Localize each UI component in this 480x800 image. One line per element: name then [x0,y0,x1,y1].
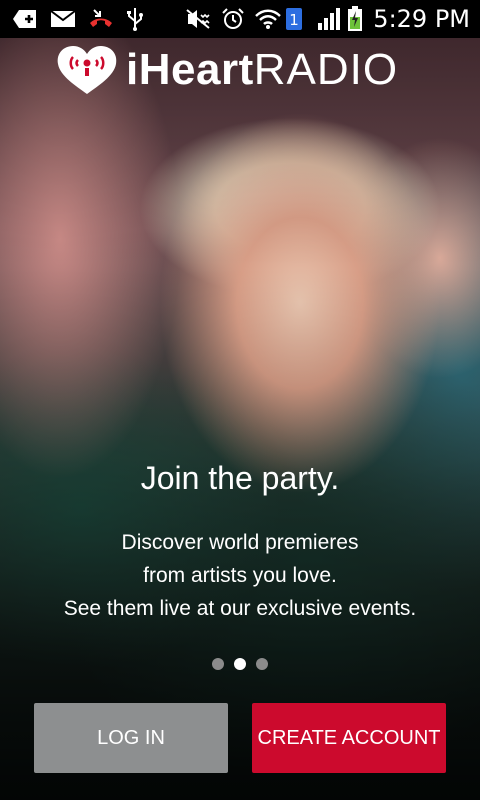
add-icon [12,8,38,30]
page-dot-2-active[interactable] [234,658,246,670]
status-time: 5:29 PM [373,5,470,33]
svg-text:1: 1 [290,11,300,29]
logo-wordmark: iHeartRADIO [126,44,398,96]
onboarding-line-3: See them live at our exclusive events. [63,597,417,620]
iheart-logo-icon [57,46,117,94]
onboarding-line-2: from artists you love. [143,564,337,587]
hero-overlay [0,38,480,800]
battery-icon [347,6,363,32]
sim-icon: 1 [285,7,303,31]
onboarding-headline: Join the party. [140,460,340,496]
app-screen: 1 5:29 PM iHeartRADIO Join the party. Di… [0,0,480,800]
create-account-button-label: CREATE ACCOUNT [257,726,441,749]
create-account-button[interactable]: CREATE ACCOUNT [252,703,446,773]
status-bar: 1 5:29 PM [0,0,480,38]
login-button-label: LOG IN [97,726,165,749]
page-indicator[interactable] [0,658,480,670]
onboarding-line-1: Discover world premieres [121,531,359,554]
logo-brand-bold: iHeart [126,45,254,94]
page-dot-1[interactable] [212,658,224,670]
mute-icon [185,8,211,30]
usb-icon [126,7,144,31]
missed-call-icon [88,8,114,30]
alarm-icon [221,7,245,31]
iheartradio-logo: iHeartRADIO [54,44,398,96]
page-dot-3[interactable] [256,658,268,670]
login-button[interactable]: LOG IN [34,703,228,773]
wifi-icon [255,8,282,30]
logo-brand-light: RADIO [253,45,399,94]
signal-icon [317,7,343,31]
onboarding-description: Discover world premieres from artists yo… [0,526,480,625]
mail-icon [50,9,76,29]
